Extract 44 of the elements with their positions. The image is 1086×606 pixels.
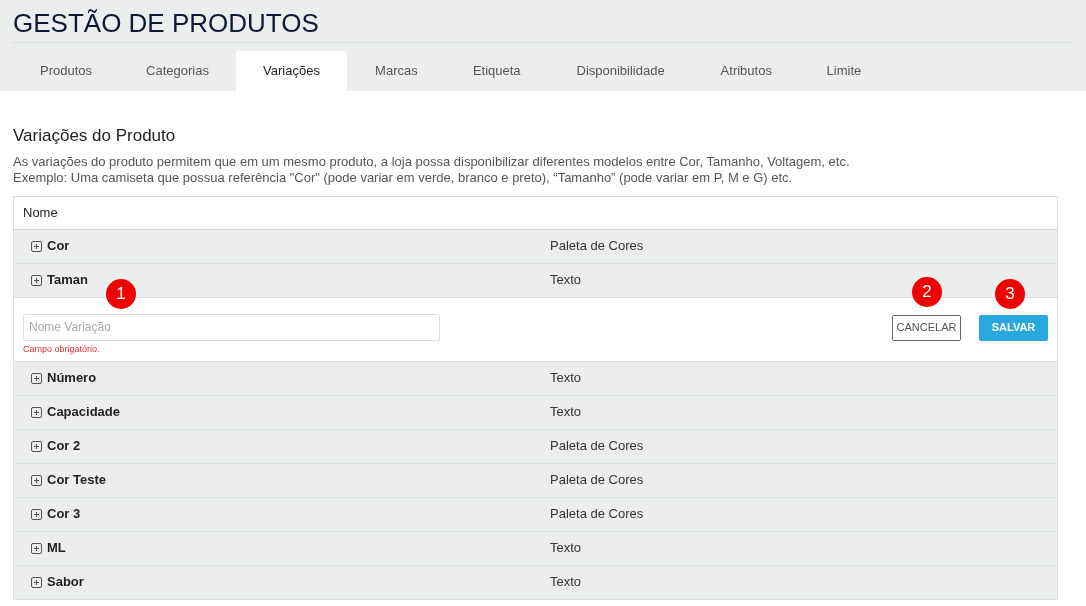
variation-name: Cor Teste [47,471,106,490]
tab[interactable]: Produtos [13,51,120,91]
variation-name: Sabor [47,573,84,592]
expand-icon[interactable] [31,542,42,554]
variation-name: ML [47,539,66,558]
expand-icon[interactable] [31,576,42,588]
tab[interactable]: Disponibilidade [547,51,694,91]
variation-type: Texto [550,573,582,592]
expand-icon[interactable] [31,440,42,452]
variation-name: Cor [47,237,70,256]
tab[interactable]: Variações [236,51,347,91]
expand-icon[interactable] [31,240,42,252]
variation-name-input[interactable]: Nome Variação [23,313,440,341]
expand-icon[interactable] [31,372,42,384]
tab[interactable]: Etiqueta [445,51,548,91]
variation-name: Cor 2 [47,437,81,456]
section-heading: Variações do Produto [13,125,177,147]
variation-name: Taman [47,271,88,290]
description-text: As variações do produto permitem que em um mesmo produto, a loja possa disponibilizar diferentes modelos entre Cor, Tamanho, Voltagem, etc. [13,153,851,170]
variation-name: Capacidade [47,403,120,422]
variation-name: Número [47,369,97,388]
tab[interactable]: Marcas [346,51,446,91]
column-header: Nome [23,203,58,222]
variation-type: Texto [550,403,582,422]
expand-icon[interactable] [31,508,42,520]
description-text: Exemplo: Uma camiseta que possua referência "Cor" (pode variar em verde, branco e preto), “Tamanho” (pode variar em P, M e G) etc. [13,169,794,186]
tab[interactable]: Categorias [119,51,237,91]
variation-name: Cor 3 [47,505,81,524]
expand-icon[interactable] [31,274,42,286]
variation-type: Paleta de Cores [550,237,644,256]
expand-icon[interactable] [31,474,42,486]
error-message: Campo obrigatório. [23,342,101,356]
expand-icon[interactable] [31,406,42,418]
variation-type: Texto [550,539,582,558]
step-badge: 1 [106,278,136,309]
variation-type: Texto [550,369,582,388]
variation-type: Paleta de Cores [550,471,644,490]
variation-type: Paleta de Cores [550,505,644,524]
variation-type: Paleta de Cores [550,437,644,456]
tab[interactable]: Limite [798,51,889,91]
variation-type: Texto [550,271,582,290]
cancel-button[interactable]: CANCELAR [892,314,961,341]
tab[interactable]: Atributos [693,51,799,91]
page-title: GESTÃO DE PRODUTOS [13,8,320,38]
